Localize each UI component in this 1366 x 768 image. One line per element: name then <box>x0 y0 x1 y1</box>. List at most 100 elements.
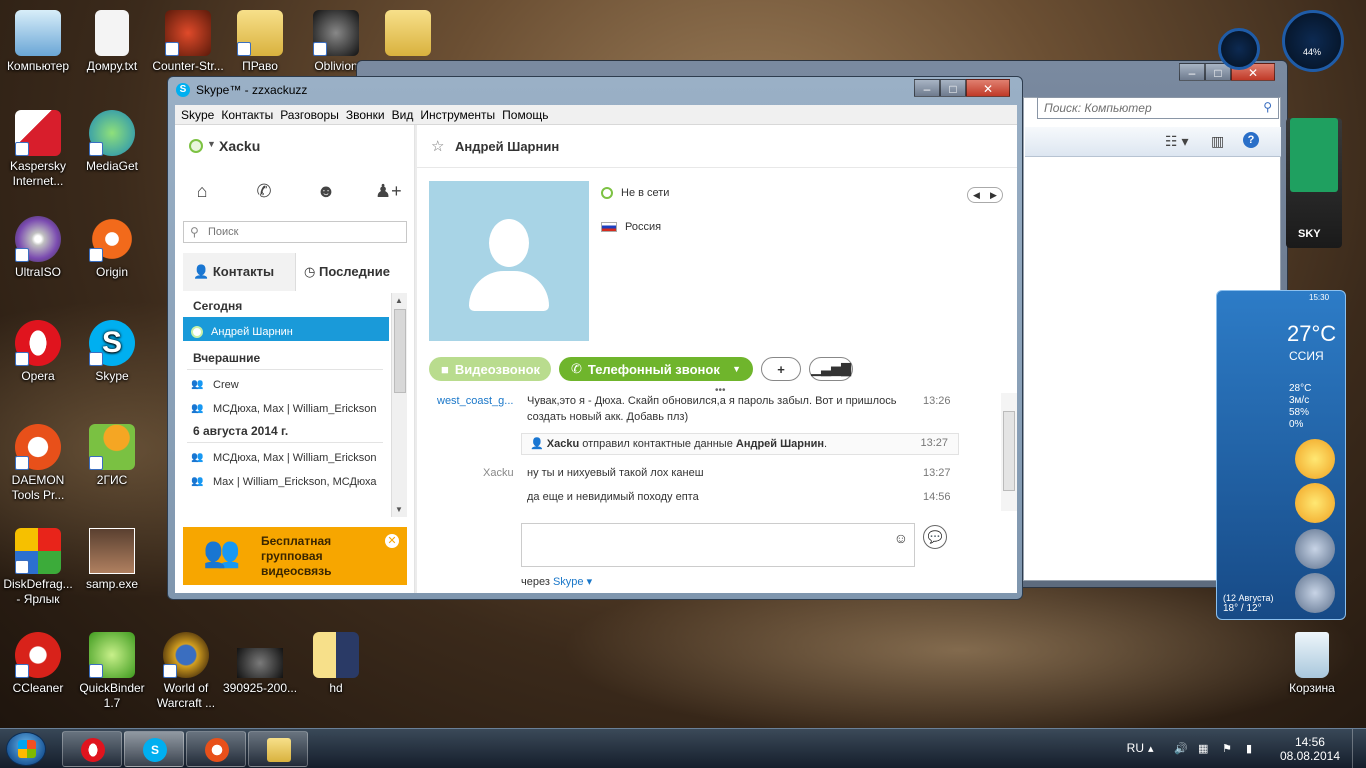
list-item[interactable]: 👥 МСДюха, Max | William_Erickson <box>183 394 389 418</box>
menu-conversations[interactable]: Разговоры <box>280 105 346 124</box>
skype-window-controls: – □ ✕ <box>914 79 1010 97</box>
action-center-icon[interactable]: ⚑ <box>1222 742 1236 756</box>
desktop-icon-quickbinder[interactable]: QuickBinder 1.7 <box>74 632 150 711</box>
add-contact-icon[interactable]: ♟+ <box>375 181 402 207</box>
desktop-icon-recycle-bin[interactable]: Корзина <box>1274 632 1350 696</box>
desktop-icon-mediaget[interactable]: MediaGet <box>74 110 150 174</box>
language-indicator[interactable]: RU <box>1127 741 1144 755</box>
close-icon[interactable]: ✕ <box>385 534 399 548</box>
desktop-icon-2gis[interactable]: 2ГИС <box>74 424 150 488</box>
chevron-down-icon[interactable]: ▼ <box>732 364 741 374</box>
desktop-icon-samp[interactable]: samp.exe <box>74 528 150 592</box>
show-desktop-button[interactable] <box>1352 729 1366 768</box>
search-icon: ⚲ <box>190 225 199 239</box>
chevron-right-icon[interactable]: ▶ <box>990 190 997 201</box>
maximize-button[interactable]: □ <box>940 79 966 97</box>
my-name[interactable]: Xacku <box>219 138 260 154</box>
help-icon[interactable]: ? <box>1243 132 1259 148</box>
explorer-search-input[interactable]: Поиск: Компьютер ⚲ <box>1037 97 1279 119</box>
taskbar-explorer[interactable] <box>248 731 308 767</box>
menu-help[interactable]: Помощь <box>502 105 555 124</box>
menu-contacts[interactable]: Контакты <box>221 105 280 124</box>
start-button[interactable] <box>6 732 46 766</box>
clock[interactable]: 14:56 08.08.2014 <box>1280 735 1340 763</box>
menu-skype[interactable]: Skype <box>181 105 221 124</box>
video-camera-icon: ■ <box>441 361 449 377</box>
taskbar-skype[interactable]: S <box>124 731 184 767</box>
online-status-icon[interactable] <box>189 139 203 153</box>
list-item[interactable]: 👥 Crew <box>183 370 389 394</box>
scrollbar-thumb[interactable] <box>1003 411 1015 491</box>
scroll-up-icon[interactable]: ▲ <box>395 296 403 305</box>
favorite-star-icon[interactable]: ☆ <box>431 137 444 155</box>
message-sender[interactable]: west_coast_g... <box>437 393 513 409</box>
send-via-selector[interactable]: Skype ▾ <box>553 576 592 588</box>
video-call-button[interactable]: ■ Видеозвонок <box>429 357 551 381</box>
list-item[interactable]: Андрей Шарнин <box>183 317 389 341</box>
contact-shared-notice[interactable]: 👤 Xacku отправил контактные данные Андре… <box>521 433 959 455</box>
desktop-icon-folder[interactable] <box>370 10 446 59</box>
volume-icon[interactable]: 🔊 <box>1174 742 1188 756</box>
group-chat-icon: 👥 <box>191 378 204 390</box>
list-item[interactable]: 👥 МСДюха, Max | William_Erickson <box>183 443 389 467</box>
desktop-icon-kaspersky[interactable]: Kaspersky Internet... <box>0 110 76 189</box>
contact-search[interactable]: ⚲ <box>183 221 407 243</box>
desktop-icon-ultraiso[interactable]: UltraISO <box>0 216 76 280</box>
menu-tools[interactable]: Инструменты <box>420 105 502 124</box>
samp-icon <box>89 528 135 574</box>
desktop-icon-domru-txt[interactable]: Домру.txt <box>74 10 150 74</box>
group-icon[interactable]: ☻ <box>313 181 339 207</box>
minimize-button[interactable]: – <box>914 79 940 97</box>
profile-pager[interactable]: ◀ ▶ <box>967 187 1003 203</box>
chevron-down-icon[interactable]: ▼ <box>207 139 216 149</box>
show-hidden-icons[interactable]: ▴ <box>1148 742 1162 756</box>
desktop-icon-ccleaner[interactable]: CCleaner <box>0 632 76 696</box>
desktop-icon-daemon-tools[interactable]: DAEMON Tools Pr... <box>0 424 76 503</box>
desktop-icon-diskdefrag[interactable]: DiskDefrag... - Ярлык <box>0 528 76 607</box>
message-text: создать новый акк. Добавь плз) <box>527 411 689 423</box>
view-options-icon[interactable]: ☷ ▾ <box>1165 133 1188 150</box>
taskbar-daemon-tools[interactable] <box>186 731 246 767</box>
desktop-icon-skype[interactable]: S Skype <box>74 320 150 384</box>
desktop-icon-image-file[interactable]: 390925-200... <box>222 632 298 696</box>
origin-icon <box>89 216 135 262</box>
scrollbar-thumb[interactable] <box>394 309 406 393</box>
chat-scrollbar[interactable] <box>1001 393 1017 511</box>
call-quality-button[interactable]: ▁▃▅▇ <box>809 357 853 381</box>
minimize-button[interactable]: – <box>1179 63 1205 81</box>
message-compose-box[interactable]: ☺ <box>521 523 915 567</box>
tab-contacts[interactable]: 👤 Контакты <box>183 253 295 291</box>
add-participant-button[interactable]: + <box>761 357 801 381</box>
wow-icon <box>163 632 209 678</box>
chevron-left-icon[interactable]: ◀ <box>973 190 980 201</box>
skype-window[interactable]: S Skype™ - zzxackuzz – □ ✕ Skype Контакт… <box>167 76 1023 600</box>
skype-titlebar[interactable]: S Skype™ - zzxackuzz – □ ✕ <box>168 77 1022 101</box>
emoticon-icon[interactable]: ☺ <box>894 530 908 546</box>
close-button[interactable]: ✕ <box>966 79 1010 97</box>
message-input[interactable] <box>530 528 890 546</box>
scroll-down-icon[interactable]: ▼ <box>395 505 403 514</box>
phone-call-button[interactable]: ✆ Телефонный звонок ▼ <box>559 357 753 381</box>
search-input[interactable] <box>208 224 398 240</box>
desktop-icon-counter-strike[interactable]: Counter-Str... <box>150 10 226 74</box>
menu-view[interactable]: Вид <box>392 105 421 124</box>
list-item[interactable]: 👥 Max | William_Erickson, МСДюха <box>183 467 389 491</box>
group-header-yesterday: Вчерашние <box>193 351 261 365</box>
desktop-icon-pravo[interactable]: ПРаво <box>222 10 298 74</box>
tab-recent[interactable]: ◷ Последние <box>295 253 407 291</box>
desktop-icon-origin[interactable]: Origin <box>74 216 150 280</box>
send-message-button[interactable]: 💬 <box>923 525 947 549</box>
power-icon[interactable]: ▮ <box>1246 742 1260 756</box>
recent-list-scrollbar[interactable]: ▲ ▼ <box>391 293 407 517</box>
taskbar-opera[interactable] <box>62 731 122 767</box>
desktop-icon-wow[interactable]: World of Warcraft ... <box>148 632 224 711</box>
home-icon[interactable]: ⌂ <box>189 181 215 207</box>
preview-pane-icon[interactable]: ▥ <box>1211 133 1224 150</box>
menu-calls[interactable]: Звонки <box>346 105 392 124</box>
desktop-icon-opera[interactable]: Opera <box>0 320 76 384</box>
desktop-icon-hd[interactable]: hd <box>298 632 374 696</box>
call-icon[interactable]: ✆ <box>251 181 277 207</box>
network-icon[interactable]: ▦ <box>1198 742 1212 756</box>
group-video-promo[interactable]: 👥 Бесплатная групповая видеосвязь ✕ <box>183 527 407 585</box>
desktop-icon-computer[interactable]: Компьютер <box>0 10 76 74</box>
